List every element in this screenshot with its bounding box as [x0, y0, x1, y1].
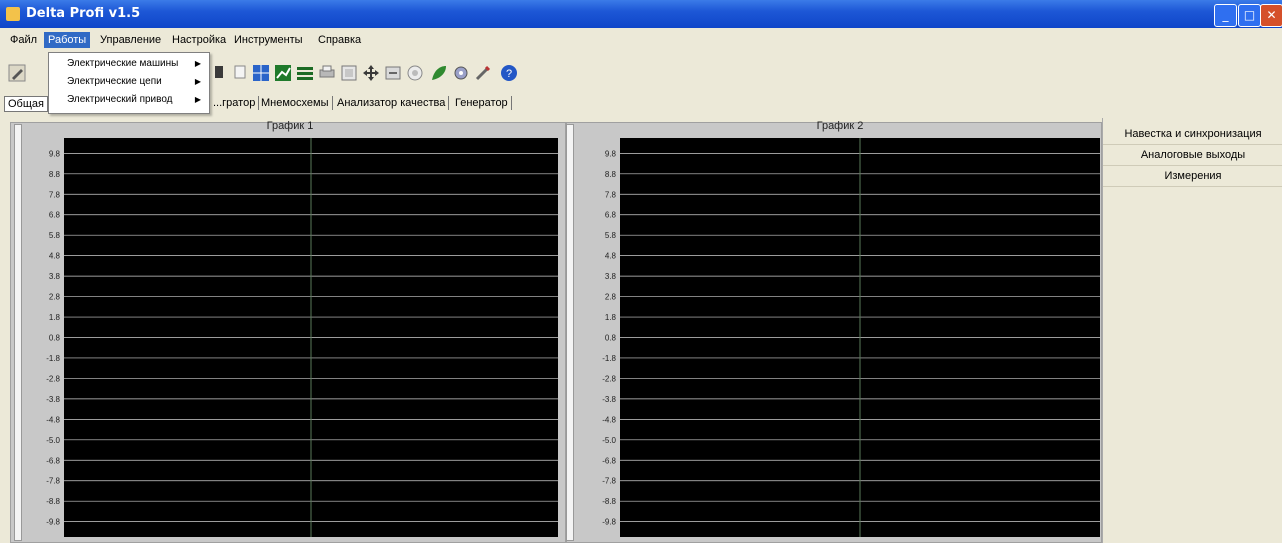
y-tick-label: -8.8 [46, 497, 60, 506]
page-icon[interactable] [232, 64, 248, 80]
y-tick-label: 6.8 [605, 211, 617, 220]
y-tick-label: 8.8 [605, 170, 617, 179]
submenu-arrow-icon: ▶ [194, 59, 201, 68]
y-tick-label: 8.8 [49, 170, 61, 179]
svg-text:?: ? [506, 68, 512, 80]
y-tick-label: 5.8 [605, 231, 617, 240]
y-tick-label: 2.8 [605, 293, 617, 302]
works-dropdown-menu: Электрические машины ▶ Электрические цеп… [48, 52, 210, 114]
y-tick-label: -2.8 [602, 374, 616, 383]
chart-2-scroll-strip[interactable] [566, 124, 574, 541]
menu-item-electric-machines[interactable]: Электрические машины ▶ [49, 55, 209, 73]
y-tick-label: 9.8 [49, 149, 61, 158]
y-tick-label: 2.8 [49, 293, 61, 302]
pencil-icon[interactable] [8, 64, 26, 82]
y-tick-label: -8.8 [602, 497, 616, 506]
chart-1-plot[interactable]: 9.8 8.8 7.8 6.8 5.8 4.8 3.8 2.8 1.8 0.8 -1.8 -2.8 -3… [40, 136, 560, 539]
y-tick-label: -4.8 [602, 415, 616, 424]
y-tick-label: -9.8 [602, 518, 616, 527]
grid-icon[interactable] [252, 64, 270, 82]
menu-bar: Файл Работы Управление Настройка Инструм… [0, 28, 1282, 52]
y-tick-label: -3.8 [602, 395, 616, 404]
y-tick-label: 3.8 [605, 272, 617, 281]
menu-settings[interactable]: Настройка [168, 32, 230, 48]
minimize-button[interactable]: _ [1214, 4, 1237, 27]
menu-item-electric-drive[interactable]: Электрический привод ▶ [49, 91, 209, 109]
y-tick-label: 7.8 [49, 190, 61, 199]
chart-2-title: График 2 [816, 120, 864, 132]
open-icon[interactable] [212, 64, 228, 80]
y-tick-label: 0.8 [49, 334, 61, 343]
y-tick-label: -3.8 [46, 395, 60, 404]
menu-tools[interactable]: Инструменты [230, 32, 307, 48]
close-button[interactable]: ✕ [1260, 4, 1282, 27]
chart-1-scroll-strip[interactable] [14, 124, 22, 541]
app-icon [6, 7, 20, 21]
submenu-arrow-icon: ▶ [194, 95, 201, 104]
leaf-icon[interactable] [430, 64, 448, 82]
menu-control[interactable]: Управление [96, 32, 165, 48]
y-tick-label: -7.8 [46, 477, 60, 486]
gear-icon[interactable] [452, 64, 470, 82]
tools-icon[interactable] [474, 64, 492, 82]
y-tick-label: -1.8 [46, 354, 60, 363]
bars-icon[interactable] [296, 64, 314, 82]
title-bar: Delta Profi v1.5 _ □ ✕ [0, 0, 1282, 28]
y-tick-label: -4.8 [46, 415, 60, 424]
menu-works[interactable]: Работы [44, 32, 91, 48]
y-tick-label: 7.8 [605, 190, 617, 199]
move-icon[interactable] [362, 64, 380, 82]
y-tick-label: -6.8 [602, 456, 616, 465]
target-icon[interactable] [406, 64, 424, 82]
tab-integrator[interactable]: ...гратор [210, 96, 260, 110]
right-panel-item-measurements[interactable]: Измерения [1103, 166, 1282, 187]
chart-icon[interactable] [274, 64, 292, 82]
y-tick-label: -1.8 [602, 354, 616, 363]
y-tick-label: -2.8 [46, 374, 60, 383]
y-tick-label: -6.8 [46, 456, 60, 465]
y-tick-label: -5.0 [602, 436, 616, 445]
chart-2-plot[interactable]: 9.8 8.8 7.8 6.8 5.8 4.8 3.8 2.8 1.8 0.8 -1.8 -2.8 -3… [596, 136, 1102, 539]
y-tick-label: -5.0 [46, 436, 60, 445]
right-panel: Навестка и синхронизация Аналоговые выхо… [1102, 118, 1282, 543]
y-tick-label: 1.8 [49, 313, 61, 322]
tab-generator[interactable]: Генератор [452, 96, 512, 110]
tab-quality-analyzer[interactable]: Анализатор качества [334, 96, 450, 110]
y-tick-label: 1.8 [605, 313, 617, 322]
y-tick-label: 4.8 [605, 252, 617, 261]
y-tick-label: -7.8 [602, 477, 616, 486]
right-panel-item-analog-outputs[interactable]: Аналоговые выходы [1103, 145, 1282, 166]
submenu-arrow-icon: ▶ [194, 77, 201, 86]
window-title: Delta Profi v1.5 [26, 6, 141, 21]
y-tick-label: 4.8 [49, 252, 61, 261]
tab-general[interactable]: Общая [4, 96, 48, 112]
chart-1-title: График 1 [266, 120, 314, 132]
print-icon[interactable] [318, 64, 336, 82]
export-icon[interactable] [384, 64, 402, 82]
y-tick-label: 5.8 [49, 231, 61, 240]
maximize-button[interactable]: □ [1238, 4, 1261, 27]
frame-icon[interactable] [340, 64, 358, 82]
y-tick-label: 6.8 [49, 211, 61, 220]
y-tick-label: 9.8 [605, 149, 617, 158]
y-tick-label: -9.8 [46, 518, 60, 527]
help-icon[interactable]: ? [500, 64, 518, 82]
menu-file[interactable]: Файл [6, 32, 41, 48]
y-tick-label: 3.8 [49, 272, 61, 281]
y-tick-label: 0.8 [605, 334, 617, 343]
menu-item-electric-circuits[interactable]: Электрические цепи ▶ [49, 73, 209, 91]
menu-help[interactable]: Справка [314, 32, 365, 48]
tab-mnemonics[interactable]: Мнемосхемы [258, 96, 333, 110]
right-panel-item-sync[interactable]: Навестка и синхронизация [1103, 124, 1282, 145]
